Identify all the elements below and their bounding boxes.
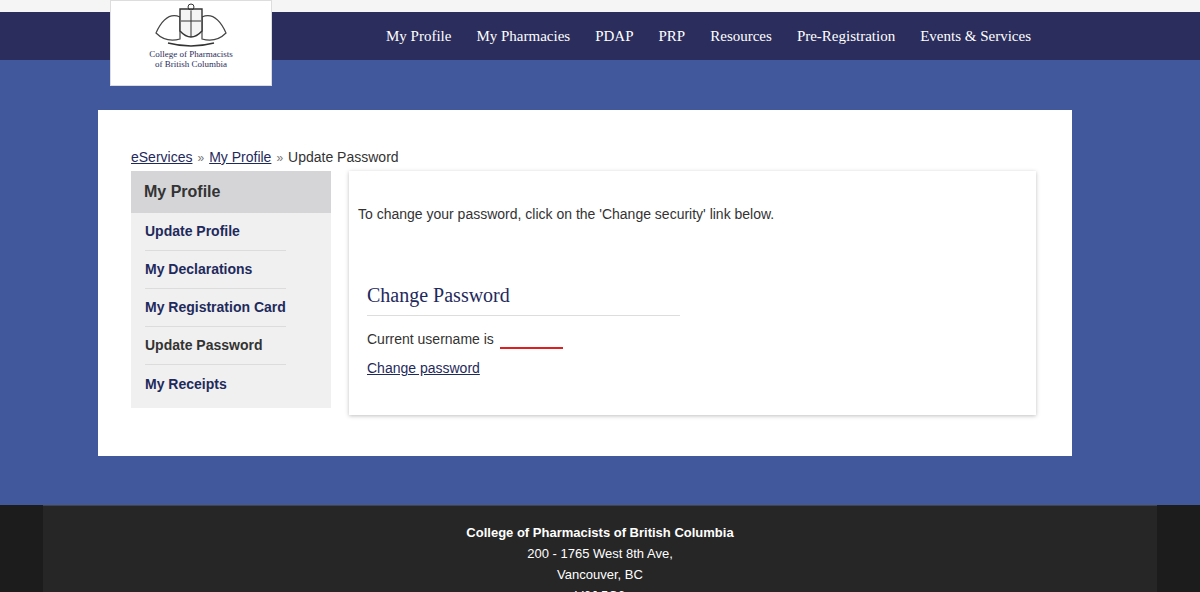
- logo-text: College of Pharmacists: [149, 49, 232, 59]
- nav-item[interactable]: Resources: [710, 25, 772, 48]
- logo-text: of British Columbia: [155, 59, 227, 69]
- sidebar-list: Update ProfileMy DeclarationsMy Registra…: [131, 213, 286, 403]
- sidebar-item[interactable]: My Declarations: [145, 251, 286, 289]
- breadcrumb-separator: »: [197, 149, 204, 167]
- content-card: eServices»My Profile»Update PasswordMy P…: [98, 110, 1072, 456]
- username-label: Current username is: [367, 329, 494, 350]
- footer-line: V6J 5C6: [575, 585, 625, 592]
- section-heading: Change Password: [367, 280, 680, 316]
- breadcrumb-link[interactable]: My Profile: [209, 147, 271, 168]
- breadcrumb: eServices » My Profile » Update Password: [131, 150, 1072, 165]
- crest-icon: [146, 3, 236, 49]
- sidebar-item[interactable]: Update Password: [145, 327, 286, 365]
- sidebar-item[interactable]: Update Profile: [145, 213, 286, 251]
- sidebar-title: My Profile: [131, 171, 331, 213]
- nav-item[interactable]: Events & Services: [920, 25, 1031, 48]
- nav-item[interactable]: My Pharmacies: [476, 25, 570, 48]
- nav-item[interactable]: My Profile: [386, 25, 451, 48]
- change-password-link[interactable]: Change password: [367, 358, 1036, 379]
- hero-background: eServices»My Profile»Update PasswordMy P…: [0, 60, 1200, 505]
- main-panel: To change your password, click on the 'C…: [349, 171, 1036, 415]
- nav-item[interactable]: PRP: [659, 25, 686, 48]
- breadcrumb-current: Update Password: [288, 147, 399, 168]
- footer-line: 200 - 1765 West 8th Ave,: [527, 543, 673, 564]
- nav-item[interactable]: PDAP: [595, 25, 633, 48]
- footer: College of Pharmacists of British Columb…: [0, 505, 1200, 592]
- footer-line: Vancouver, BC: [557, 564, 643, 585]
- logo[interactable]: College of Pharmacistsof British Columbi…: [110, 0, 272, 86]
- breadcrumb-link[interactable]: eServices: [131, 147, 192, 168]
- footer-inner: College of Pharmacists of British Columb…: [43, 505, 1157, 592]
- intro-text: To change your password, click on the 'C…: [358, 204, 1036, 225]
- page: My Profile My Pharmacies PDAP PRP Resources P…: [0, 0, 1200, 592]
- sidebar-item[interactable]: My Receipts: [145, 365, 286, 403]
- content-row: My ProfileUpdate ProfileMy DeclarationsM…: [131, 171, 1072, 415]
- sidebar: My ProfileUpdate ProfileMy DeclarationsM…: [131, 171, 331, 408]
- breadcrumb-separator: »: [276, 149, 283, 167]
- username-row: Current username is: [367, 329, 1036, 350]
- sidebar-item[interactable]: My Registration Card: [145, 289, 286, 327]
- footer-title: College of Pharmacists of British Columb…: [466, 522, 733, 543]
- password-box: Change Password Current username is Change…: [358, 280, 1036, 379]
- redaction-mark: [500, 347, 563, 349]
- nav-item[interactable]: Pre-Registration: [797, 25, 895, 48]
